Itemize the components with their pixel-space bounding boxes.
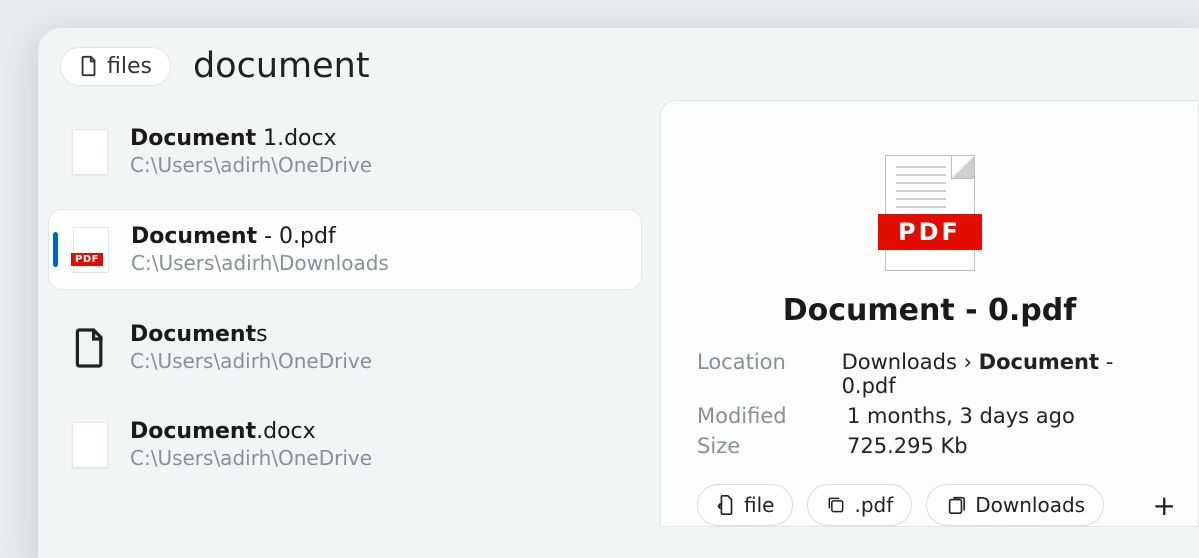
- open-file-icon: [716, 494, 736, 516]
- meta-modified: Modified 1 months, 3 days ago: [697, 404, 1162, 428]
- folder-icon: [945, 495, 967, 515]
- result-path: C:\Users\adirh\OneDrive: [130, 153, 624, 177]
- category-pill-label: files: [107, 54, 152, 79]
- header: files document: [38, 46, 1199, 100]
- result-title: Document.docx: [130, 419, 624, 444]
- chip-downloads[interactable]: Downloads: [926, 484, 1104, 526]
- pdf-band: PDF: [878, 214, 982, 250]
- meta-value: Downloads › Document - 0.pdf: [842, 350, 1162, 398]
- chip-pdf[interactable]: .pdf: [807, 484, 912, 526]
- pdf-icon: [73, 227, 109, 273]
- result-title: Document - 0.pdf: [131, 224, 623, 249]
- result-item[interactable]: Document.docx C:\Users\adirh\OneDrive: [48, 405, 642, 484]
- meta-label: Location: [697, 350, 842, 398]
- chip-label: .pdf: [854, 493, 893, 517]
- result-item[interactable]: Document 1.docx C:\Users\adirh\OneDrive: [48, 112, 642, 191]
- file-icon: [72, 325, 108, 371]
- search-query[interactable]: document: [193, 46, 370, 86]
- category-pill-files[interactable]: files: [60, 47, 171, 86]
- preview-filename: Document - 0.pdf: [697, 293, 1162, 328]
- main-content: Document 1.docx C:\Users\adirh\OneDrive …: [38, 100, 1199, 527]
- meta-label: Modified: [697, 404, 847, 428]
- chip-file[interactable]: file: [697, 484, 793, 526]
- add-button[interactable]: +: [1153, 489, 1176, 522]
- pdf-large-icon: PDF: [885, 155, 975, 271]
- preview-icon-area: PDF: [697, 131, 1162, 293]
- meta-label: Size: [697, 434, 847, 458]
- result-title: Document 1.docx: [130, 126, 624, 151]
- result-text: Documents C:\Users\adirh\OneDrive: [130, 322, 624, 373]
- preview-panel: PDF Document - 0.pdf Location Downloads …: [660, 100, 1199, 527]
- results-list: Document 1.docx C:\Users\adirh\OneDrive …: [48, 100, 642, 527]
- app-window: files document Document 1.docx C:\Users\…: [38, 28, 1199, 558]
- result-item-selected[interactable]: Document - 0.pdf C:\Users\adirh\Download…: [48, 209, 642, 290]
- result-path: C:\Users\adirh\OneDrive: [130, 349, 624, 373]
- result-text: Document - 0.pdf C:\Users\adirh\Download…: [131, 224, 623, 275]
- chip-row: file .pdf Downloads: [697, 484, 1162, 526]
- result-text: Document 1.docx C:\Users\adirh\OneDrive: [130, 126, 624, 177]
- chip-label: file: [744, 493, 774, 517]
- result-text: Document.docx C:\Users\adirh\OneDrive: [130, 419, 624, 470]
- meta-size: Size 725.295 Kb: [697, 434, 1162, 458]
- meta-location: Location Downloads › Document - 0.pdf: [697, 350, 1162, 398]
- file-icon: [79, 55, 99, 77]
- doc-icon: [72, 129, 108, 175]
- result-path: C:\Users\adirh\Downloads: [131, 251, 623, 275]
- meta-value: 725.295 Kb: [847, 434, 968, 458]
- meta-value: 1 months, 3 days ago: [847, 404, 1075, 428]
- result-item[interactable]: Documents C:\Users\adirh\OneDrive: [48, 308, 642, 387]
- copy-icon: [826, 495, 846, 515]
- result-title: Documents: [130, 322, 624, 347]
- chip-label: Downloads: [975, 493, 1085, 517]
- doc-icon: [72, 422, 108, 468]
- result-path: C:\Users\adirh\OneDrive: [130, 446, 624, 470]
